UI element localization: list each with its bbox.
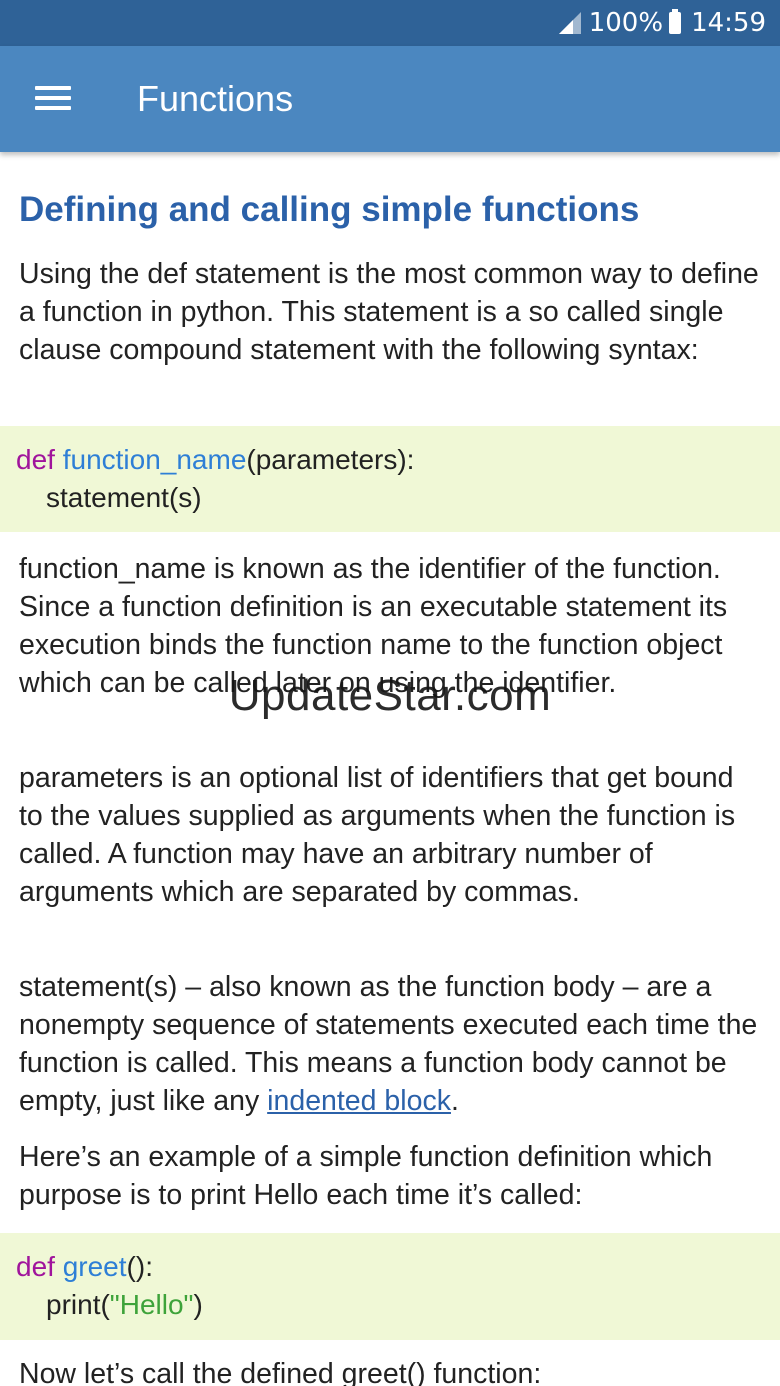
status-indicators: 100% 14:59 (557, 0, 766, 46)
statements-paragraph: statement(s) – also known as the functio… (19, 968, 764, 1120)
clock: 14:59 (691, 8, 766, 38)
code-line: def function_name(parameters): (16, 441, 414, 479)
code-text: ) (193, 1289, 203, 1320)
call-paragraph: Now let’s call the defined greet() funct… (19, 1358, 542, 1386)
code-keyword: def (16, 444, 55, 475)
article-content[interactable]: Defining and calling simple functions Us… (0, 152, 780, 1386)
intro-paragraph: Using the def statement is the most comm… (19, 258, 759, 366)
code-text: print( (46, 1289, 110, 1320)
code-line: print("Hello") (46, 1286, 203, 1324)
code-string: "Hello" (109, 1289, 194, 1320)
signal-icon (558, 12, 581, 34)
code-text: (): (126, 1251, 153, 1282)
hamburger-menu-icon[interactable] (30, 76, 74, 120)
indented-block-link[interactable]: indented block (267, 1085, 451, 1117)
code-keyword: def (16, 1251, 55, 1282)
code-function-name: function_name (54, 444, 247, 475)
page-title: Functions (137, 78, 294, 119)
example-code-block: def greet(): print("Hello") (0, 1233, 780, 1340)
code-text: (parameters): (246, 444, 415, 475)
code-function-name: greet (54, 1251, 127, 1282)
statements-end: . (450, 1085, 459, 1117)
example-paragraph: Here’s an example of a simple function d… (19, 1141, 713, 1211)
section-heading: Defining and calling simple functions (19, 190, 640, 229)
syntax-code-block: def function_name(parameters): statement… (0, 426, 780, 532)
battery-percent: 100% (588, 8, 664, 38)
code-line: def greet(): (16, 1248, 153, 1286)
function-name-paragraph: function_name is known as the identifier… (19, 553, 728, 699)
status-bar: 100% 14:59 (0, 0, 780, 46)
code-line: statement(s) (46, 482, 202, 513)
app-bar: Functions (0, 46, 780, 152)
parameters-paragraph: parameters is an optional list of identi… (19, 762, 736, 908)
battery-icon (669, 9, 682, 34)
